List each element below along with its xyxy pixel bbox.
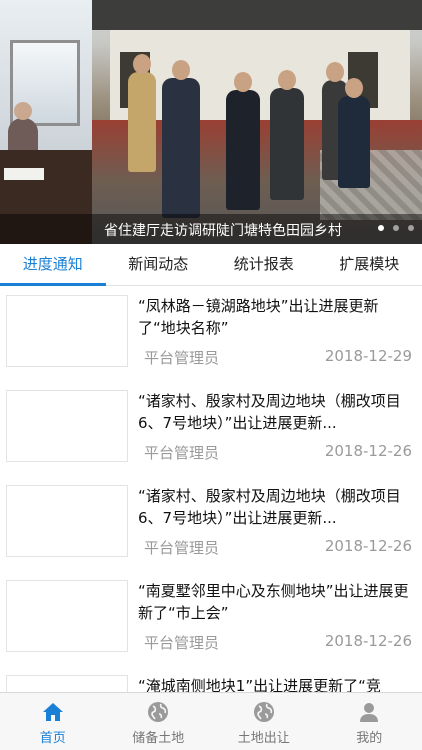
carousel-indicator[interactable] <box>378 225 414 231</box>
carousel-dot[interactable] <box>378 225 384 231</box>
nav-label: 我的 <box>356 731 383 746</box>
item-author: 平台管理员 <box>144 634 220 652</box>
banner-carousel[interactable]: 省住建厅走访调研陡门塘特色田园乡村 <box>0 0 422 244</box>
globe-icon <box>148 702 169 722</box>
tab-news[interactable]: 新闻动态 <box>106 244 212 285</box>
home-icon <box>42 703 63 721</box>
item-thumbnail <box>6 485 128 557</box>
tab-extensions[interactable]: 扩展模块 <box>317 244 422 285</box>
item-thumbnail <box>6 675 128 692</box>
nav-land-transfer[interactable]: 土地出让 <box>211 693 317 750</box>
nav-reserve-land[interactable]: 储备土地 <box>106 693 212 750</box>
carousel-dot[interactable] <box>393 225 399 231</box>
banner-person <box>270 70 304 200</box>
banner-roof <box>92 0 422 30</box>
banner-person <box>226 72 260 210</box>
item-title: “诸家村、殷家村及周边地块（棚改项目6、7号地块）”出让进展更新... <box>138 392 401 432</box>
banner-person <box>128 54 156 172</box>
banner-photo-left <box>0 0 92 244</box>
tab-progress-notice[interactable]: 进度通知 <box>0 244 106 286</box>
item-date: 2018-12-26 <box>324 537 412 555</box>
item-author: 平台管理员 <box>144 349 220 367</box>
globe-icon <box>253 702 274 722</box>
banner-person <box>162 60 200 218</box>
nav-mine[interactable]: 我的 <box>317 693 422 750</box>
item-thumbnail <box>6 295 128 367</box>
item-title: “凤林路－镜湖路地块”出让进展更新了“地块名称” <box>138 297 379 337</box>
list-item[interactable]: “诸家村、殷家村及周边地块（棚改项目6、7号地块）”出让进展更新... 平台管理… <box>0 382 422 477</box>
banner-person <box>338 78 370 188</box>
list-item[interactable]: “淹城南侧地块1”出让进展更新了“竞 <box>0 667 422 692</box>
item-date: 2018-12-29 <box>324 347 412 365</box>
list-item[interactable]: “诸家村、殷家村及周边地块（棚改项目6、7号地块）”出让进展更新... 平台管理… <box>0 477 422 572</box>
banner-caption: 省住建厅走访调研陡门塘特色田园乡村 <box>104 223 342 239</box>
item-title: “淹城南侧地块1”出让进展更新了“竞 <box>138 677 381 692</box>
list-item[interactable]: “南夏墅邻里中心及东侧地块”出让进展更新了“市上会” 平台管理员 2018-12… <box>0 572 422 667</box>
item-title: “诸家村、殷家村及周边地块（棚改项目6、7号地块）”出让进展更新... <box>138 487 401 527</box>
item-author: 平台管理员 <box>144 444 220 462</box>
item-date: 2018-12-26 <box>324 632 412 650</box>
item-author: 平台管理员 <box>144 539 220 557</box>
category-tabs: 进度通知 新闻动态 统计报表 扩展模块 <box>0 244 422 286</box>
item-date: 2018-12-26 <box>324 442 412 460</box>
item-thumbnail <box>6 390 128 462</box>
tab-statistics[interactable]: 统计报表 <box>211 244 317 285</box>
item-thumbnail <box>6 580 128 652</box>
bottom-navigation: 首页 储备土地 土地出让 我的 <box>0 692 422 750</box>
banner-caption-bar: 省住建厅走访调研陡门塘特色田园乡村 <box>0 214 422 244</box>
list-item[interactable]: “凤林路－镜湖路地块”出让进展更新了“地块名称” 平台管理员 2018-12-2… <box>0 287 422 382</box>
item-title: “南夏墅邻里中心及东侧地块”出让进展更新了“市上会” <box>138 582 409 622</box>
notice-list: “凤林路－镜湖路地块”出让进展更新了“地块名称” 平台管理员 2018-12-2… <box>0 287 422 692</box>
nav-label: 储备土地 <box>132 731 185 746</box>
nav-label: 土地出让 <box>237 731 290 746</box>
carousel-dot[interactable] <box>408 225 414 231</box>
nav-home[interactable]: 首页 <box>0 693 106 750</box>
nav-label: 首页 <box>39 731 66 746</box>
user-icon <box>360 703 379 722</box>
